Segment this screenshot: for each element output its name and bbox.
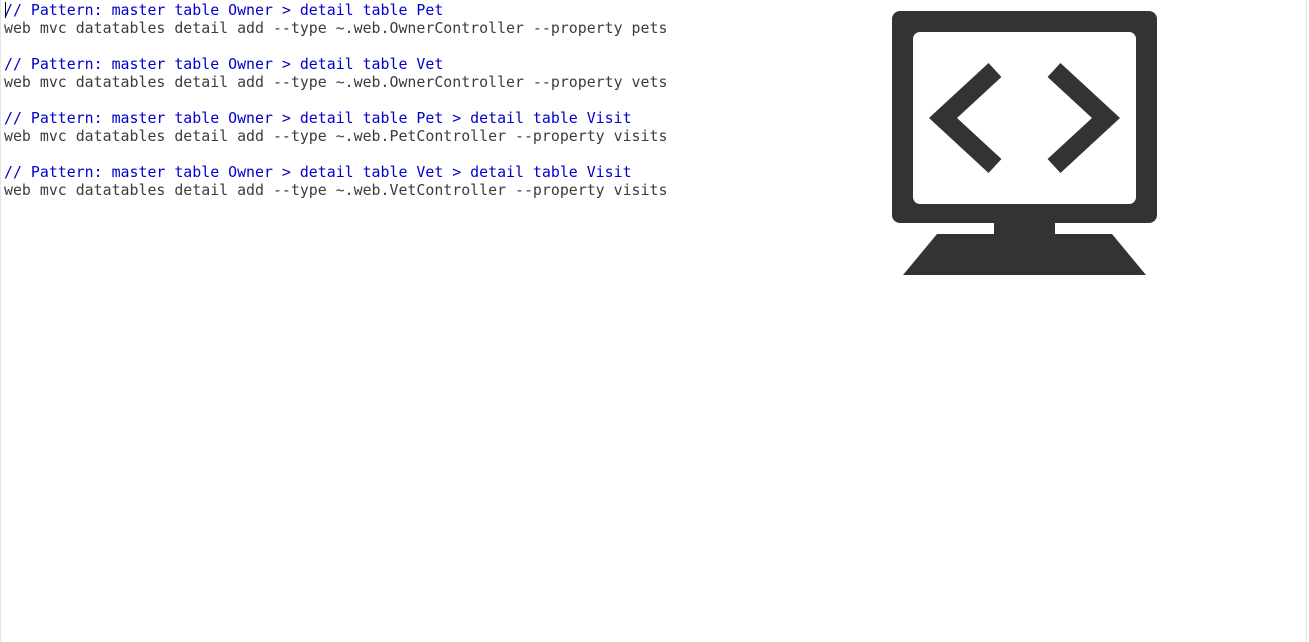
code-line-comment: // Pattern: master table Owner > detail … [4,1,444,19]
code-line: web mvc datatables detail add --type ~.w… [4,73,668,91]
text-editor[interactable]: // Pattern: master table Owner > detail … [0,0,1307,642]
monitor-neck [994,223,1055,235]
code-area[interactable]: // Pattern: master table Owner > detail … [4,1,667,199]
monitor-stand [903,234,1146,275]
code-line: web mvc datatables detail add --type ~.w… [4,19,668,37]
monitor-code-icon [892,11,1157,275]
code-line-comment: // Pattern: master table Owner > detail … [4,163,632,181]
code-line-comment: // Pattern: master table Owner > detail … [4,109,632,127]
code-line-comment: // Pattern: master table Owner > detail … [4,55,444,73]
text-cursor [5,2,6,18]
code-line: web mvc datatables detail add --type ~.w… [4,181,668,199]
code-line: web mvc datatables detail add --type ~.w… [4,127,668,145]
